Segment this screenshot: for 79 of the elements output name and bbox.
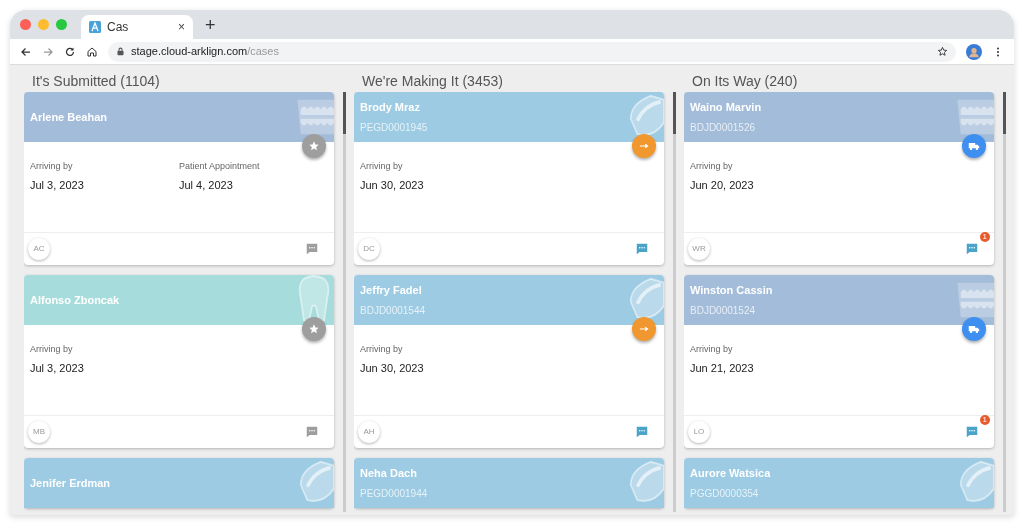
case-card[interactable]: Waino Marvin BDJD0001526 Arriving by Jun 20, 2023 WR 1 [684, 92, 994, 265]
chat-icon [305, 242, 319, 256]
case-card[interactable]: Alfonso Zboncak Arriving by Jul 3, 2023 MB [24, 275, 334, 448]
patient-name: Waino Marvin [690, 99, 763, 115]
patient-name: Jenifer Erdman [30, 475, 112, 491]
case-code: PEGD0001944 [360, 487, 429, 502]
chat-button[interactable] [304, 424, 320, 440]
case-card[interactable]: Winston Cassin BDJD0001524 Arriving by Jun 21, 2023 LO 1 [684, 275, 994, 448]
field-label: Arriving by [30, 160, 74, 173]
field-label: Arriving by [690, 160, 734, 173]
field-label: Patient Appointment [179, 160, 261, 173]
patient-name: Brody Mraz [360, 99, 421, 115]
star-icon[interactable] [937, 46, 948, 57]
field-value: Jul 3, 2023 [30, 177, 85, 193]
maximize-light[interactable] [56, 19, 67, 30]
profile-avatar-icon[interactable] [966, 43, 982, 60]
chat-icon [305, 425, 319, 439]
field-value: Jul 3, 2023 [30, 360, 85, 376]
home-icon[interactable] [86, 45, 98, 58]
patient-name: Neha Dach [360, 465, 418, 481]
chat-button[interactable] [964, 424, 980, 440]
status-action-button[interactable] [962, 317, 986, 341]
close-light[interactable] [20, 19, 31, 30]
app-logo-icon [89, 21, 101, 33]
field-value: Jun 30, 2023 [360, 360, 425, 376]
field-label: Arriving by [690, 343, 734, 356]
case-card[interactable]: Arlene Beahan Arriving by Jul 3, 2023 Patient Appointment Jul 4, 2023 AC [24, 92, 334, 265]
case-code: BDJD0001526 [690, 121, 757, 136]
patient-name: Aurore Watsica [690, 465, 772, 481]
reload-icon[interactable] [64, 45, 76, 58]
back-arrow-icon[interactable] [20, 45, 32, 58]
new-tab-button[interactable]: + [205, 15, 216, 34]
column-title: On Its Way (240) [691, 72, 799, 91]
star-icon [307, 139, 321, 153]
scrollbar[interactable] [343, 92, 346, 512]
field-value: Jul 4, 2023 [179, 177, 234, 193]
chat-icon [965, 425, 979, 439]
status-action-button[interactable] [632, 134, 656, 158]
case-code: PEGD0001945 [360, 121, 429, 136]
status-action-button[interactable] [302, 317, 326, 341]
tab-title: Cas [107, 19, 130, 36]
column-title: It's Submitted (1104) [31, 72, 161, 91]
case-code: PGGD0000354 [690, 487, 760, 502]
field-label: Arriving by [30, 343, 74, 356]
patient-name: Winston Cassin [690, 282, 774, 298]
field-value: Jun 20, 2023 [690, 177, 755, 193]
lock-icon [116, 47, 125, 56]
patient-name: Arlene Beahan [30, 109, 109, 125]
field-value: Jun 21, 2023 [690, 360, 755, 376]
star-icon [307, 322, 321, 336]
patient-name: Jeffry Fadel [360, 282, 423, 298]
close-tab-button[interactable]: × [178, 21, 185, 33]
field-value: Jun 30, 2023 [360, 177, 425, 193]
case-code: BDJD0001544 [360, 304, 427, 319]
field-label: Arriving by [360, 160, 404, 173]
unread-count: 1 [979, 415, 990, 425]
case-card[interactable]: Brody Mraz PEGD0001945 Arriving by Jun 30, 2023 DC [354, 92, 664, 265]
unread-count: 1 [979, 232, 990, 242]
chat-icon [635, 425, 649, 439]
patient-name: Alfonso Zboncak [30, 292, 121, 308]
column-title: We're Making It (3453) [361, 72, 504, 91]
url-text: stage.cloud-arklign.com/cases [131, 44, 279, 60]
browser-tab[interactable]: Cas × [81, 15, 193, 39]
status-action-button[interactable] [632, 317, 656, 341]
forward-arrow-icon[interactable] [42, 45, 54, 58]
address-bar[interactable]: stage.cloud-arklign.com/cases [108, 41, 956, 62]
chat-button[interactable] [634, 424, 650, 440]
field-label: Arriving by [360, 343, 404, 356]
chat-button[interactable] [304, 241, 320, 257]
case-card[interactable]: Jeffry Fadel BDJD0001544 Arriving by Jun 30, 2023 AH [354, 275, 664, 448]
scrollbar[interactable] [673, 92, 676, 512]
case-code: BDJD0001524 [690, 304, 757, 319]
scrollbar[interactable] [1003, 92, 1006, 512]
chat-button[interactable] [634, 241, 650, 257]
chat-icon [635, 242, 649, 256]
status-action-button[interactable] [302, 134, 326, 158]
chat-button[interactable] [964, 241, 980, 257]
status-action-button[interactable] [962, 134, 986, 158]
chat-icon [965, 242, 979, 256]
